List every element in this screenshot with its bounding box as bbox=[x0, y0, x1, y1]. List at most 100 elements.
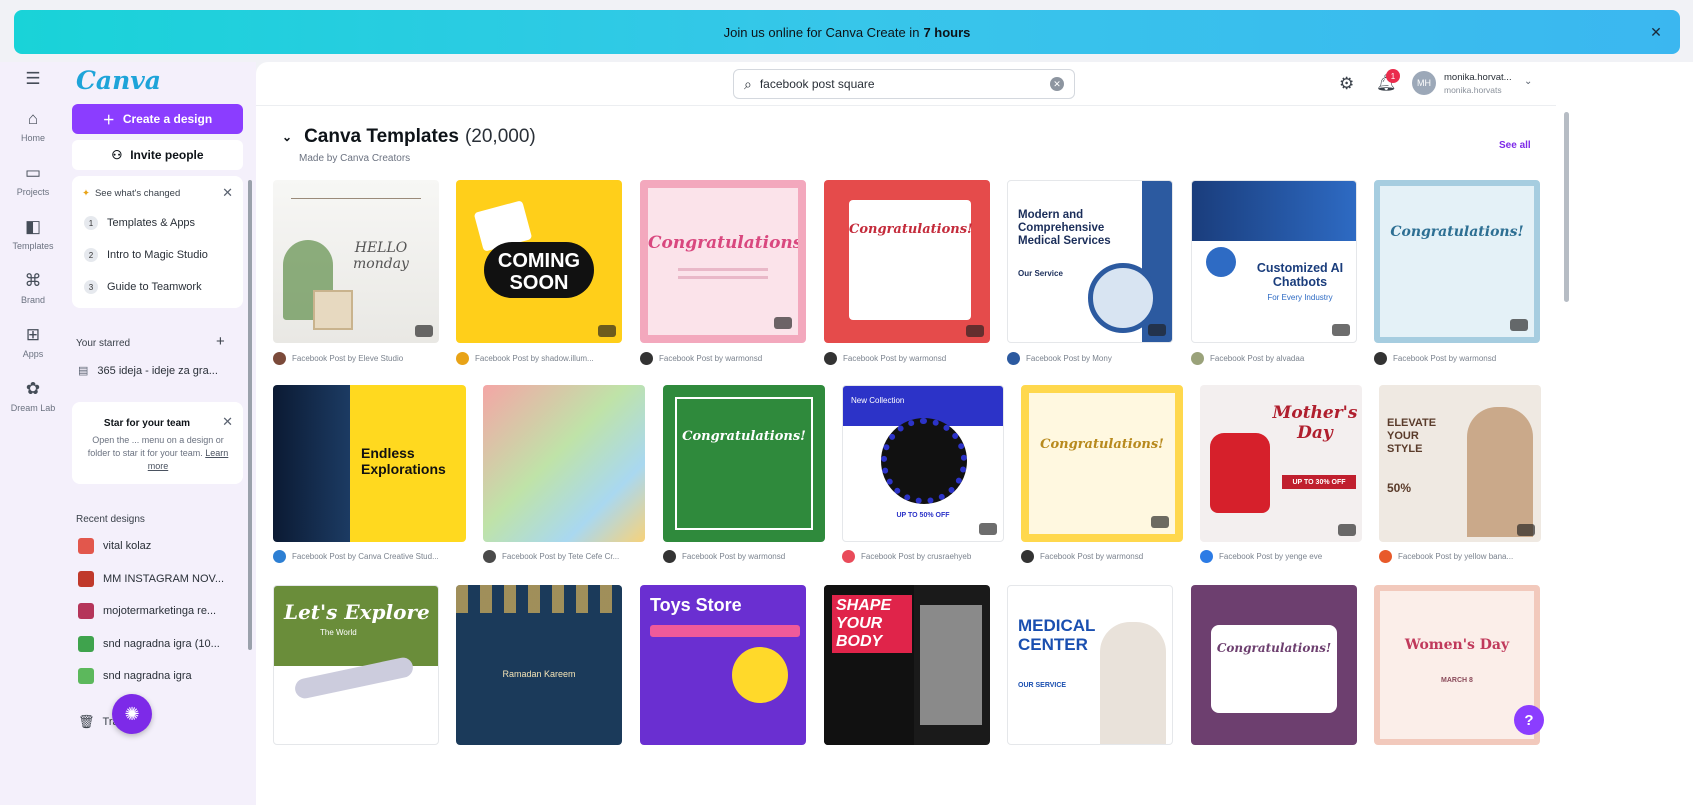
template-caption[interactable]: Facebook Post by yenge eve bbox=[1200, 550, 1362, 563]
whats-item-teamwork[interactable]: 3 Guide to Teamwork bbox=[84, 280, 202, 294]
template-card[interactable]: COMING SOON bbox=[456, 180, 622, 343]
template-caption[interactable]: Facebook Post by warmonsd bbox=[1021, 550, 1183, 563]
close-icon[interactable]: ✕ bbox=[222, 414, 233, 430]
invite-label: Invite people bbox=[130, 148, 204, 162]
plus-icon: ＋ bbox=[102, 112, 115, 127]
template-card[interactable]: Congratulations! bbox=[640, 180, 806, 343]
template-title: Congratulations! bbox=[648, 233, 806, 253]
template-card[interactable]: Customized AI Chatbots For Every Industr… bbox=[1191, 180, 1357, 343]
template-subtitle: UP TO 50% OFF bbox=[896, 512, 950, 519]
avatar[interactable]: MH bbox=[1412, 71, 1436, 95]
template-card[interactable]: New Collection UP TO 50% OFF bbox=[842, 385, 1004, 542]
template-caption[interactable]: Facebook Post by warmonsd bbox=[824, 352, 990, 365]
video-badge-icon bbox=[598, 325, 616, 337]
recent-item[interactable]: snd nagradna igra (10... bbox=[78, 636, 238, 652]
creator-avatar bbox=[1191, 352, 1204, 365]
starred-item[interactable]: ▤ 365 ideja - ideje za gra... bbox=[78, 364, 218, 378]
template-title: SHAPE YOUR BODY bbox=[832, 595, 912, 653]
canva-logo[interactable]: Canva bbox=[76, 66, 161, 95]
chevron-down-icon[interactable]: ⌄ bbox=[1524, 76, 1532, 87]
gear-icon[interactable]: ⚙ bbox=[1339, 74, 1354, 94]
video-badge-icon bbox=[1338, 524, 1356, 536]
close-icon[interactable]: ✕ bbox=[222, 185, 233, 201]
rail-item-dream-lab[interactable]: ✿ Dream Lab bbox=[0, 378, 66, 413]
rail-item-apps[interactable]: ⊞ Apps bbox=[0, 324, 66, 359]
rail-label: Dream Lab bbox=[10, 403, 56, 413]
account-menu[interactable]: monika.horvat... monika.horvats bbox=[1444, 72, 1512, 96]
template-caption[interactable]: Facebook Post by warmonsd bbox=[640, 352, 806, 365]
template-card[interactable]: Modern and Comprehensive Medical Service… bbox=[1007, 180, 1173, 343]
caption-text: Facebook Post by warmonsd bbox=[1393, 354, 1497, 363]
template-title: Let's Explore bbox=[284, 600, 430, 624]
magic-fab-button[interactable]: ✺ bbox=[112, 694, 152, 734]
template-card[interactable]: ELEVATE YOUR STYLE 50% bbox=[1379, 385, 1541, 542]
template-card[interactable]: Let's Explore The World bbox=[273, 585, 439, 745]
template-caption[interactable]: Facebook Post by shadow.illum... bbox=[456, 352, 622, 365]
template-subtitle: 50% bbox=[1387, 481, 1412, 495]
recent-item-label: MM INSTAGRAM NOV... bbox=[103, 573, 225, 585]
panel-scrollbar[interactable] bbox=[248, 180, 252, 650]
rail-item-projects[interactable]: ▭ Projects bbox=[0, 162, 66, 197]
templates-icon: ◧ bbox=[24, 217, 42, 236]
template-caption[interactable]: Facebook Post by alvadaa bbox=[1191, 352, 1357, 365]
template-caption[interactable]: Facebook Post by warmonsd bbox=[1374, 352, 1540, 365]
caption-text: Facebook Post by Eleve Studio bbox=[292, 354, 404, 363]
card-panel bbox=[849, 200, 971, 320]
page-scrollbar[interactable] bbox=[1564, 112, 1569, 302]
template-card[interactable]: Congratulations! bbox=[1191, 585, 1357, 745]
star-team-description: Open the ... menu on a design or folder … bbox=[80, 434, 236, 473]
starred-heading: Your starred bbox=[76, 338, 131, 349]
video-badge-icon bbox=[774, 317, 792, 329]
banner-bold: 7 hours bbox=[923, 24, 971, 40]
template-caption[interactable]: Facebook Post by yellow bana... bbox=[1379, 550, 1541, 563]
template-caption[interactable]: Facebook Post by crusraehyeb bbox=[842, 550, 1004, 563]
whats-item-magic-studio[interactable]: 2 Intro to Magic Studio bbox=[84, 248, 208, 262]
text-line bbox=[678, 268, 768, 271]
template-card[interactable]: MEDICAL CENTER OUR SERVICE bbox=[1007, 585, 1173, 745]
recent-item[interactable]: vital kolaz bbox=[78, 538, 238, 554]
template-card[interactable]: Toys Store bbox=[640, 585, 806, 745]
rail-item-home[interactable]: ⌂ Home bbox=[0, 108, 66, 143]
template-card[interactable]: Ramadan Kareem bbox=[456, 585, 622, 745]
video-badge-icon bbox=[415, 325, 433, 337]
recent-item[interactable]: snd nagradna igra bbox=[78, 668, 238, 684]
see-all-link[interactable]: See all bbox=[1499, 140, 1531, 151]
recent-item[interactable]: mojotermarketinga re... bbox=[78, 603, 238, 619]
template-caption[interactable]: Facebook Post by Eleve Studio bbox=[273, 352, 439, 365]
help-button[interactable]: ? bbox=[1514, 705, 1544, 735]
template-card[interactable]: Endless Explorations bbox=[273, 385, 466, 542]
template-caption[interactable]: Facebook Post by Tete Cefe Cr... bbox=[483, 550, 645, 563]
recent-item[interactable]: MM INSTAGRAM NOV... bbox=[78, 571, 238, 587]
template-card[interactable] bbox=[483, 385, 645, 542]
rail-item-templates[interactable]: ◧ Templates bbox=[0, 216, 66, 251]
template-caption[interactable]: Facebook Post by Mony bbox=[1007, 352, 1173, 365]
invite-people-button[interactable]: ⚇ Invite people bbox=[72, 140, 243, 170]
template-card[interactable]: Mother's Day UP TO 30% OFF bbox=[1200, 385, 1362, 542]
menu-toggle[interactable]: ☰ bbox=[0, 68, 66, 90]
clear-search-icon[interactable]: ✕ bbox=[1050, 77, 1064, 91]
collapse-chevron-icon[interactable]: ⌄ bbox=[282, 130, 292, 144]
template-card[interactable]: SHAPE YOUR BODY bbox=[824, 585, 990, 745]
add-starred-icon[interactable]: + bbox=[216, 333, 225, 350]
template-card[interactable]: Congratulations! bbox=[1021, 385, 1183, 542]
search-input[interactable]: ⌕ facebook post square ✕ bbox=[733, 69, 1075, 99]
user-name: monika.horvat... bbox=[1444, 72, 1512, 83]
banner-close-icon[interactable]: ✕ bbox=[1646, 22, 1666, 42]
create-design-button[interactable]: ＋ Create a design bbox=[72, 104, 243, 134]
template-card[interactable]: Congratulations! bbox=[824, 180, 990, 343]
whats-item-templates-apps[interactable]: 1 Templates & Apps bbox=[84, 216, 195, 230]
search-value: facebook post square bbox=[759, 77, 875, 91]
template-card[interactable]: Congratulations! bbox=[1374, 180, 1540, 343]
creator-avatar bbox=[456, 352, 469, 365]
apps-icon: ⊞ bbox=[25, 325, 41, 344]
design-thumbnail bbox=[78, 603, 94, 619]
template-caption[interactable]: Facebook Post by warmonsd bbox=[663, 550, 825, 563]
template-caption[interactable]: Facebook Post by Canva Creative Stud... bbox=[273, 550, 466, 563]
rail-item-brand[interactable]: ⌘ Brand bbox=[0, 270, 66, 305]
creator-avatar bbox=[1374, 352, 1387, 365]
template-card[interactable]: HELLO monday bbox=[273, 180, 439, 343]
template-title: MEDICAL CENTER bbox=[1018, 616, 1096, 654]
template-subtitle: For Every Industry bbox=[1267, 293, 1333, 302]
template-card[interactable]: Congratulations! bbox=[663, 385, 825, 542]
doctor-photo bbox=[1100, 622, 1166, 744]
